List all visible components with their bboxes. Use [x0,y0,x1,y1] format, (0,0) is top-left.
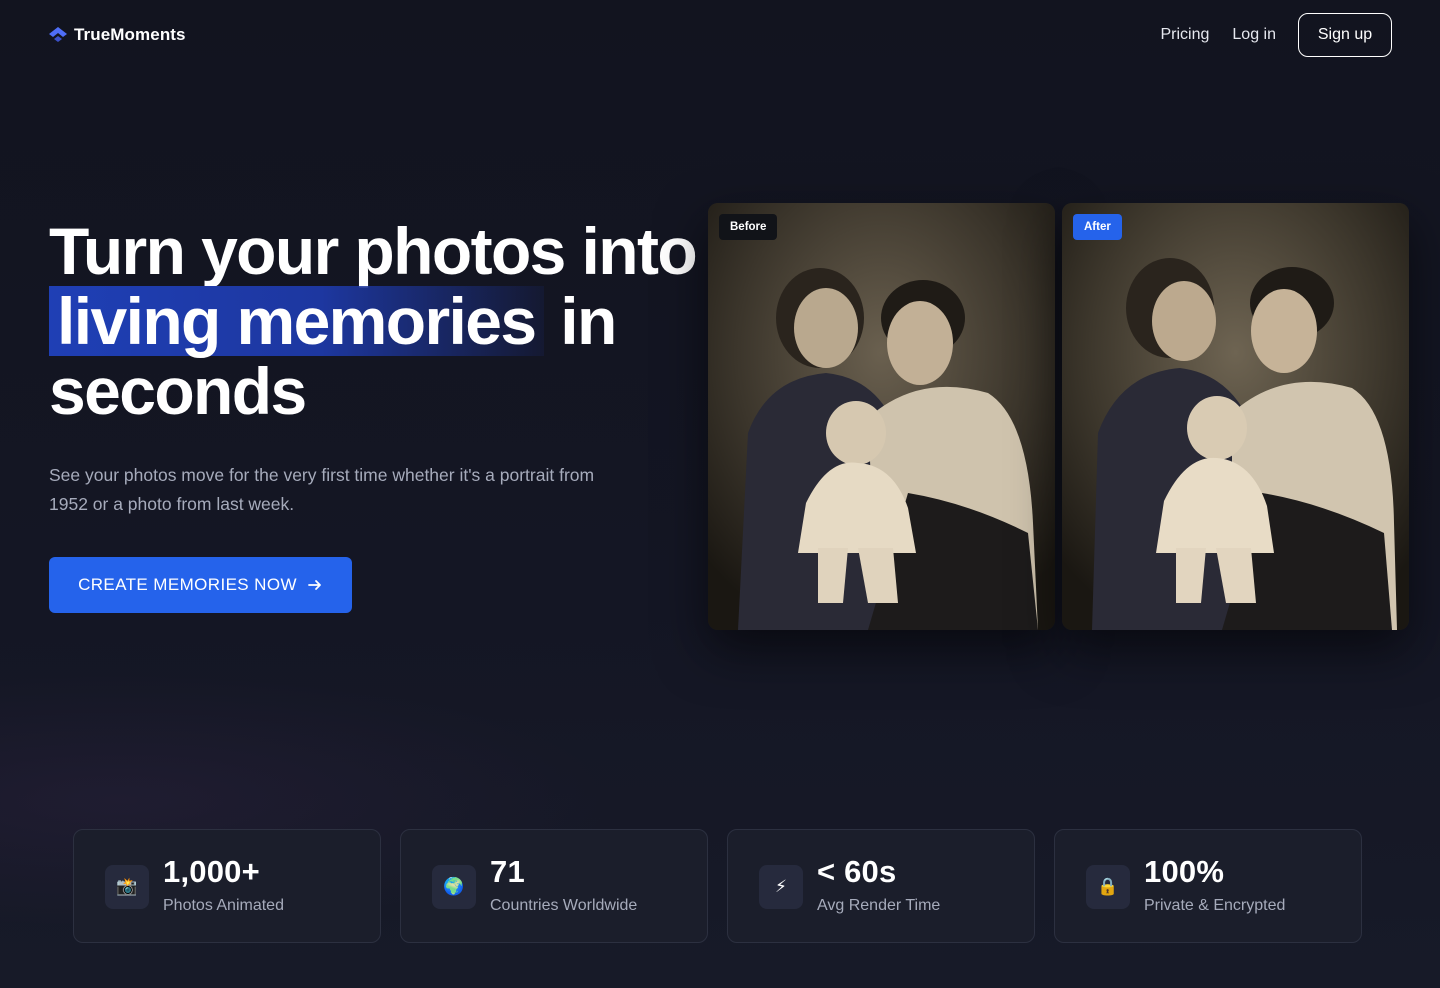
stat-label: Private & Encrypted [1144,897,1286,914]
arrow-right-icon [308,580,321,590]
brand-home-link[interactable]: TrueMoments [48,24,186,46]
stat-label: Photos Animated [163,897,284,914]
hero-title: Turn your photos into living memories in… [49,216,709,426]
stat-value: 100% [1144,854,1225,889]
globe-icon: 🌍 [432,865,476,909]
stat-card-countries: 🌍 71 Countries Worldwide [400,829,708,943]
brand-name: TrueMoments [74,25,186,44]
signup-button[interactable]: Sign up [1298,13,1392,57]
family-portrait-before-image [708,203,1055,630]
top-nav: Pricing Log in Sign up [1138,13,1392,57]
family-portrait-after-image [1062,203,1409,630]
hero-title-line-3: seconds [49,354,307,428]
lock-icon: 🔒 [1086,865,1130,909]
hero-title-highlight: living memories [49,286,544,356]
site-header: TrueMoments Pricing Log in Sign up [0,0,1440,70]
after-photo: After [1062,203,1409,630]
stat-value: 71 [490,854,525,889]
nav-link-login[interactable]: Log in [1232,26,1276,44]
before-photo: Before [708,203,1055,630]
stat-card-photos: 📸 1,000+ Photos Animated [73,829,381,943]
hero-subtitle: See your photos move for the very first … [49,465,595,514]
stat-card-render-time: ⚡ < 60s Avg Render Time [727,829,1035,943]
nav-link-pricing[interactable]: Pricing [1161,26,1210,44]
camera-icon: 📸 [105,865,149,909]
create-memories-button[interactable]: CREATE MEMORIES NOW [49,557,352,613]
stat-label: Countries Worldwide [490,897,638,914]
hero-title-line-2-rest: in [543,284,617,358]
create-memories-label: CREATE MEMORIES NOW [78,575,297,594]
stat-label: Avg Render Time [817,897,941,914]
before-badge: Before [719,214,778,240]
chevron-up-logo-icon [49,27,67,42]
stat-value: < 60s [817,854,897,889]
stat-value: 1,000+ [163,854,260,889]
hero-title-line-2: living memories in [49,286,709,356]
stat-card-privacy: 🔒 100% Private & Encrypted [1054,829,1362,943]
lightning-icon: ⚡ [759,865,803,909]
after-badge: After [1073,214,1122,240]
hero-title-line-1: Turn your photos into [49,214,698,288]
